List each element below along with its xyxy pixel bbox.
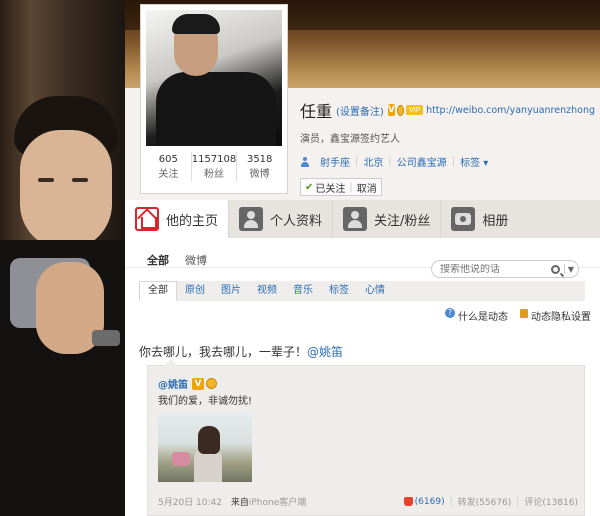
tab-label: 他的主页 [166,213,219,229]
repost-user-link[interactable]: @姚笛 [158,376,188,391]
mention-link[interactable]: @姚笛 [307,345,343,359]
set-remark-link[interactable]: (设置备注) [336,103,384,118]
follow-status-button[interactable]: ✔ 已关注 | 取消 [300,178,382,196]
follow-row: ✔ 已关注 | 取消 [300,178,595,196]
camera-icon [451,207,476,231]
search-icon[interactable] [550,264,560,274]
repost-time-link[interactable]: 5月20日 10:42 [158,498,222,508]
like-count-link[interactable]: (6169) [415,497,445,507]
forward-link[interactable]: 转发(55676) [458,495,512,508]
tag-row: 射手座 | 北京 | 公司鑫宝源 | 标签 ▾ [300,154,595,169]
filter-all[interactable]: 全部 [139,281,177,301]
check-icon: ✔ [305,181,314,193]
member-face-icon[interactable] [396,104,404,116]
feed-panel: 全部 微博 ▼ 全部 原创 图片 视频 音乐 标签 心情 ? 什么是动态 动态隐… [125,238,600,516]
post-text: 你去哪儿，我去哪儿，一辈子！@姚笛 [139,343,343,360]
member-face-icon[interactable] [206,378,217,389]
verified-v-icon[interactable]: V [387,104,395,116]
repost-stats: (6169) | 转发(55676) | 评论(13816) [403,495,578,508]
repost-meta: 5月20日 10:42 来自iPhone客户端 [158,495,306,508]
lock-icon [520,309,528,318]
tag-link[interactable]: 北京 [363,154,383,169]
tab-album[interactable]: 相册 [441,200,518,238]
avatar-card: 605 关注 1157108 粉丝 3518 微博 [140,4,288,194]
verified-v-icon[interactable]: V [192,377,204,390]
profile-info: 任重 (设置备注) V VIP http://weibo.com/yanyuan… [300,98,595,196]
repost-thumbnail[interactable] [158,412,252,482]
filter-original[interactable]: 原创 [177,281,213,301]
tab-label: 相册 [482,213,509,229]
follow-status-label: 已关注 [315,183,346,195]
stat-label: 关注 [158,169,179,180]
thumbs-up-icon[interactable] [403,497,413,506]
stat-followers[interactable]: 1157108 粉丝 [192,152,238,182]
person-icon [300,156,310,167]
what-is-feed-link[interactable]: 什么是动态 [458,308,508,323]
repost-text: 我们的爱，非诚勿扰! [158,396,253,407]
question-icon: ? [445,308,455,318]
user-name: 任重 [300,102,333,121]
stat-value: 3518 [246,154,273,165]
tag-link[interactable]: 公司鑫宝源 [397,154,447,169]
source-link[interactable]: iPhone客户端 [249,498,306,508]
filter-tags[interactable]: 标签 [321,281,357,301]
tag-link[interactable]: 射手座 [320,154,350,169]
people-icon [343,207,368,231]
stat-following[interactable]: 605 关注 [146,152,192,182]
unfollow-link[interactable]: 取消 [357,180,377,195]
tag-dropdown[interactable]: 标签 ▾ [460,154,488,169]
vip-badge[interactable]: VIP [405,105,424,115]
feed-privacy-link[interactable]: 动态隐私设置 [531,308,591,323]
stat-posts[interactable]: 3518 微博 [237,152,282,182]
feed-actions: ? 什么是动态 动态隐私设置 [445,308,591,323]
repost-user: @姚笛 V [158,376,219,391]
home-url-link[interactable]: http://weibo.com/yanyuanrenzhong [426,105,595,116]
search-box: ▼ [431,260,579,278]
filter-videos[interactable]: 视频 [249,281,285,301]
tab-home[interactable]: 他的主页 [125,200,230,238]
tab-profile[interactable]: 个人资料 [229,200,334,238]
avatar[interactable] [146,10,282,146]
comment-link[interactable]: 评论(13816) [524,495,578,508]
post-body: 你去哪儿，我去哪儿，一辈子！ [139,345,308,359]
filter-music[interactable]: 音乐 [285,281,321,301]
filter-bar: 全部 原创 图片 视频 音乐 标签 心情 [139,281,585,301]
home-icon [135,207,159,231]
profile-tabs: 他的主页 个人资料 关注/粉丝 相册 [125,200,600,238]
user-description: 演员，鑫宝源签约艺人 [300,134,400,145]
stat-label: 微博 [249,169,270,180]
person-icon [239,207,264,231]
feed-tab-weibo[interactable]: 微博 [185,252,207,268]
feed-tab-all[interactable]: 全部 [147,252,169,268]
tab-label: 个人资料 [270,213,323,229]
source-prefix: 来自 [230,498,249,508]
stat-value: 1157108 [191,154,237,165]
search-input[interactable] [440,263,551,275]
filter-mood[interactable]: 心情 [357,281,393,301]
profile-stats: 605 关注 1157108 粉丝 3518 微博 [146,152,282,182]
tab-follow-fans[interactable]: 关注/粉丝 [333,200,442,238]
name-row: 任重 (设置备注) V VIP http://weibo.com/yanyuan… [300,98,595,122]
repost-card: @姚笛 V 我们的爱，非诚勿扰! 5月20日 10:42 来自iPhone客户端… [147,359,585,516]
tab-label: 关注/粉丝 [374,213,431,229]
stat-value: 605 [158,154,178,165]
filter-pictures[interactable]: 图片 [213,281,249,301]
stat-label: 粉丝 [204,169,224,180]
chevron-down-icon[interactable]: ▼ [568,265,574,274]
background-portrait-image [0,0,128,516]
